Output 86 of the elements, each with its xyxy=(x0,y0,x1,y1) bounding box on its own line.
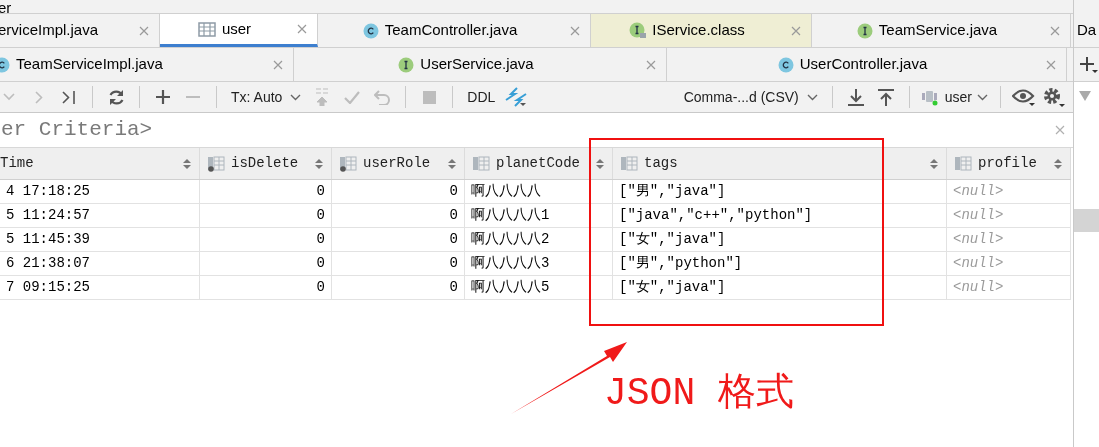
plus-icon[interactable] xyxy=(156,90,170,104)
column-header[interactable]: userRole xyxy=(332,148,465,179)
column-icon xyxy=(473,155,490,172)
close-icon[interactable] xyxy=(297,24,307,34)
close-icon[interactable] xyxy=(273,59,283,70)
table-cell: 6 21:38:07 xyxy=(0,252,200,275)
sort-icon xyxy=(1054,157,1062,170)
table-cell: ["男","java"] xyxy=(613,180,947,203)
chevron-down-icon xyxy=(806,93,818,101)
table-cell: 5 11:24:57 xyxy=(0,204,200,227)
eye-icon[interactable] xyxy=(1012,88,1036,106)
column-header[interactable]: isDelete xyxy=(200,148,332,179)
table-cell: <null> xyxy=(947,204,1071,227)
dropdown[interactable]: Comma-...d (CSV) xyxy=(677,84,824,110)
dropdown[interactable]: Tx: Auto xyxy=(225,84,308,110)
chevron-down-icon xyxy=(290,93,302,101)
table-cell: 0 xyxy=(200,276,332,299)
column-icon xyxy=(955,155,972,172)
column-icon xyxy=(621,155,638,172)
scrollbar-thumb[interactable] xyxy=(1074,209,1099,232)
table-cell: ["java","c++","python"] xyxy=(613,204,947,227)
refresh-icon[interactable] xyxy=(107,88,125,106)
filter-field[interactable]: er Criteria> xyxy=(0,114,1055,146)
table-cell: 5 11:45:39 xyxy=(0,228,200,251)
table-cell: 0 xyxy=(332,204,465,227)
table-cell: 啊八八八八 xyxy=(465,180,613,203)
table-cell: 0 xyxy=(332,276,465,299)
chevron-down-icon xyxy=(977,93,988,101)
table-cell: 啊八八八八5 xyxy=(465,276,613,299)
table-cell: 啊八八八八1 xyxy=(465,204,613,227)
table-cell: 0 xyxy=(200,252,332,275)
close-icon[interactable] xyxy=(791,25,801,36)
sort-icon xyxy=(930,157,938,170)
settings-icon[interactable] xyxy=(1043,87,1065,107)
table-cell: 0 xyxy=(332,228,465,251)
table-cell: 0 xyxy=(200,204,332,227)
editor-tab[interactable]: TeamServiceImpl.java xyxy=(0,48,294,81)
skip-to-end-icon[interactable] xyxy=(62,90,76,104)
sort-icon xyxy=(448,157,456,170)
key-column-icon xyxy=(208,155,225,172)
table-cell: <null> xyxy=(947,180,1071,203)
table-cell: 4 17:18:25 xyxy=(0,180,200,203)
sort-icon xyxy=(596,157,604,170)
datasource-dropdown[interactable]: user xyxy=(917,84,992,110)
interface-icon xyxy=(398,56,415,73)
table-cell: 0 xyxy=(200,180,332,203)
editor-tab[interactable]: IService.class xyxy=(591,14,812,47)
ddl-button[interactable]: DDL xyxy=(461,84,502,110)
download-icon[interactable] xyxy=(847,88,864,106)
column-header[interactable]: planetCode xyxy=(465,148,613,179)
editor-tab[interactable]: user xyxy=(160,14,318,47)
locked-interface-icon xyxy=(629,22,647,39)
table-cell: 啊八八八八3 xyxy=(465,252,613,275)
column-header[interactable]: profile xyxy=(947,148,1071,179)
close-icon[interactable] xyxy=(139,25,149,36)
table-cell: 7 09:15:25 xyxy=(0,276,200,299)
database-icon xyxy=(921,88,940,106)
table-cell: ["男","python"] xyxy=(613,252,947,275)
upload-icon[interactable] xyxy=(877,88,894,106)
key-column-icon xyxy=(340,155,357,172)
table-cell: ["女","java"] xyxy=(613,276,947,299)
table-cell: ["女","java"] xyxy=(613,228,947,251)
close-icon xyxy=(1055,125,1065,135)
table-cell: <null> xyxy=(947,228,1071,251)
close-icon[interactable] xyxy=(646,59,656,70)
sort-icon xyxy=(183,157,191,170)
add-icon xyxy=(1080,55,1098,74)
table-cell: <null> xyxy=(947,252,1071,275)
close-icon[interactable] xyxy=(1050,25,1060,36)
column-header[interactable]: Time xyxy=(0,148,200,179)
table-cell: 啊八八八八2 xyxy=(465,228,613,251)
table-cell: <null> xyxy=(947,276,1071,299)
table-cell: 0 xyxy=(332,252,465,275)
table-icon xyxy=(197,21,216,37)
annotation-label: JSON 格式 xyxy=(604,372,795,416)
table-cell: 0 xyxy=(200,228,332,251)
close-icon[interactable] xyxy=(570,25,580,36)
sort-icon xyxy=(315,157,323,170)
compare-arrows-icon[interactable] xyxy=(505,87,528,107)
table-cell: 0 xyxy=(332,180,465,203)
close-icon[interactable] xyxy=(1046,59,1056,70)
expand-icon xyxy=(1079,91,1091,101)
class-icon xyxy=(362,22,379,39)
class-icon xyxy=(777,56,794,73)
interface-icon xyxy=(856,22,873,39)
column-header[interactable]: tags xyxy=(613,148,947,179)
